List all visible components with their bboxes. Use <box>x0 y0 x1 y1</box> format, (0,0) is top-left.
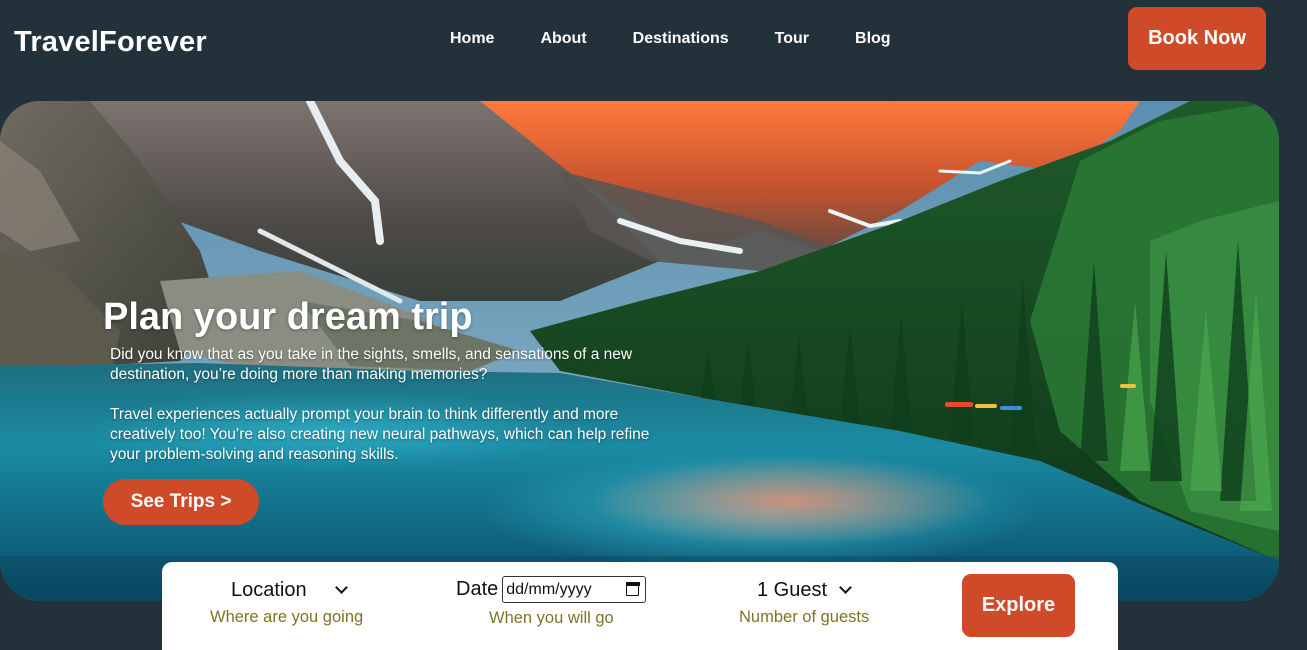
date-hint: When you will go <box>489 609 614 627</box>
hero-paragraph-2: Travel experiences actually prompt your … <box>110 406 650 463</box>
nav-home[interactable]: Home <box>450 30 494 48</box>
nav-blog[interactable]: Blog <box>855 30 891 48</box>
explore-button[interactable]: Explore <box>962 574 1075 637</box>
date-label: Date <box>456 578 499 600</box>
main-nav: Home About Destinations Tour Blog <box>450 30 937 48</box>
search-bar: Location Where are you going Date dd/mm/… <box>162 562 1118 650</box>
brand-logo[interactable]: TravelForever <box>14 26 207 59</box>
hero-paragraph-1: Did you know that as you take in the sig… <box>110 346 633 383</box>
hero-title: Plan your dream trip <box>103 296 473 338</box>
date-field: Date dd/mm/yyyy <box>456 576 647 603</box>
guests-hint: Number of guests <box>739 608 870 626</box>
chevron-down-icon <box>839 581 852 594</box>
guests-select[interactable]: 1 Guest <box>757 579 852 602</box>
see-trips-button[interactable]: See Trips > <box>103 479 259 525</box>
date-value: dd/mm/yyyy <box>506 580 592 598</box>
location-select[interactable]: Location <box>231 579 348 602</box>
date-input[interactable]: dd/mm/yyyy <box>502 576 647 603</box>
calendar-icon[interactable] <box>625 582 640 596</box>
nav-tour[interactable]: Tour <box>775 30 809 48</box>
chevron-down-icon <box>334 581 348 594</box>
location-hint: Where are you going <box>210 608 364 626</box>
book-now-button[interactable]: Book Now <box>1128 7 1266 70</box>
guests-value: 1 Guest <box>757 579 828 601</box>
location-value: Location <box>231 579 307 601</box>
nav-about[interactable]: About <box>540 30 586 48</box>
nav-destinations[interactable]: Destinations <box>633 30 729 48</box>
